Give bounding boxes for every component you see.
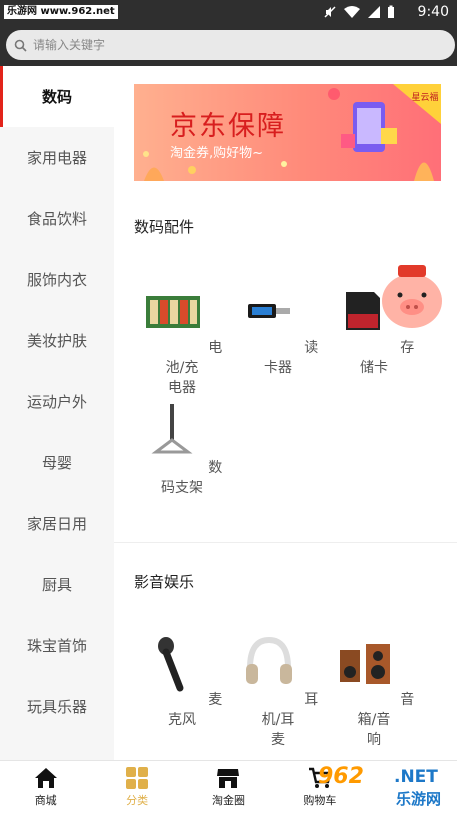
sidebar-item-digital[interactable]: 数码 — [0, 66, 114, 127]
sidebar-item-label: 母婴 — [41, 454, 72, 472]
sidebar-item-label: 服饰内衣 — [26, 271, 87, 289]
category-label: 读卡器 — [264, 340, 319, 376]
category-headphones[interactable]: 耳机/耳 麦 — [233, 632, 323, 750]
sidebar-item-sports[interactable]: 运动户外 — [0, 371, 114, 432]
nav-store[interactable]: 淘金圈 — [183, 761, 274, 814]
store-icon — [217, 769, 240, 788]
category-icon — [126, 767, 149, 789]
section-title-audio: 影音娱乐 — [134, 573, 195, 591]
sidebar-item-food[interactable]: 食品饮料 — [0, 188, 114, 249]
speaker-icon — [339, 644, 390, 684]
nav-home[interactable]: 商城 — [0, 761, 91, 814]
pig-mascot-icon[interactable] — [378, 265, 446, 331]
category-sidebar: 数码 家用电器 食品饮料 服饰内衣 美妆护肤 运动户外 母婴 家居日用 厨具 珠… — [0, 66, 114, 760]
promo-banner[interactable]: 京东保障 淘金券,购好物~ 星云福 — [134, 84, 441, 181]
sidebar-item-jewelry[interactable]: 珠宝首饰 — [0, 615, 114, 676]
sidebar-item-label: 家用电器 — [26, 149, 87, 167]
battery-status-icon — [388, 5, 394, 18]
search-icon — [14, 39, 27, 52]
category-card-reader[interactable]: 读卡器 — [233, 280, 323, 378]
watermark-cn: 乐游网 — [396, 790, 442, 808]
clock: 9:40 — [417, 4, 449, 20]
sidebar-item-label: 厨具 — [41, 576, 72, 594]
sidebar-item-home[interactable]: 家居日用 — [0, 493, 114, 554]
section-title-accessories: 数码配件 — [134, 218, 195, 236]
signal-icon — [368, 6, 380, 18]
sidebar-item-label: 家居日用 — [26, 515, 87, 533]
category-label: 存储卡 — [360, 340, 415, 376]
category-stand[interactable]: 数码支架 — [137, 400, 227, 498]
sidebar-item-toys[interactable]: 玩具乐器 — [0, 676, 114, 737]
category-label: 音箱/音 响 — [357, 692, 415, 748]
nav-category[interactable]: 分类 — [91, 761, 182, 814]
nav-label: 商城 — [34, 794, 57, 807]
banner-subtitle: 淘金券,购好物~ — [170, 146, 264, 161]
battery-icon — [145, 296, 200, 328]
site-watermark: 962 .NET 乐游网 — [318, 764, 454, 810]
section-divider — [114, 542, 457, 543]
sidebar-item-baby[interactable]: 母婴 — [0, 432, 114, 493]
phone-shopping-icon — [341, 102, 397, 152]
category-label: 电池/充 电器 — [165, 340, 223, 396]
card-reader-icon — [247, 304, 290, 318]
category-content: 京东保障 淘金券,购好物~ 星云福 数码配件 电池/充 电器 读卡器 存储卡 数… — [114, 66, 457, 760]
search-header — [0, 26, 457, 66]
banner-title: 京东保障 — [170, 111, 286, 142]
sidebar-item-label: 数码 — [41, 88, 72, 106]
sidebar-item-label: 珠宝首饰 — [26, 637, 87, 655]
search-bar[interactable] — [6, 30, 455, 60]
watermark-net: .NET — [394, 767, 438, 787]
watermark-label: 乐游网 www.962.net — [4, 5, 118, 19]
wifi-icon — [344, 6, 360, 18]
sidebar-item-label: 玩具乐器 — [26, 698, 87, 716]
watermark-number: 962 — [318, 764, 364, 789]
sidebar-item-appliances[interactable]: 家用电器 — [0, 127, 114, 188]
status-bar: 乐游网 www.962.net 9:40 — [0, 0, 457, 26]
nav-label: 分类 — [126, 794, 149, 807]
category-label: 麦克风 — [168, 692, 223, 728]
category-label: 数码支架 — [161, 460, 223, 496]
sidebar-item-label: 食品饮料 — [26, 210, 87, 228]
category-battery[interactable]: 电池/充 电器 — [137, 280, 227, 398]
category-label: 耳机/耳 麦 — [261, 692, 319, 748]
sidebar-item-beauty[interactable]: 美妆护肤 — [0, 310, 114, 371]
home-icon — [34, 768, 57, 788]
sidebar-item-kitchen[interactable]: 厨具 — [0, 554, 114, 615]
stand-icon — [151, 404, 193, 454]
sidebar-item-label: 美妆护肤 — [26, 332, 87, 350]
sidebar-item-clothing[interactable]: 服饰内衣 — [0, 249, 114, 310]
status-icons — [323, 5, 395, 19]
sidebar-item-label: 运动户外 — [26, 393, 87, 411]
mute-icon — [324, 6, 336, 18]
headphones-icon — [245, 636, 292, 684]
nav-label: 淘金圈 — [211, 794, 245, 807]
microphone-icon — [157, 637, 184, 692]
category-speaker[interactable]: 音箱/音 响 — [329, 632, 419, 750]
category-microphone[interactable]: 麦克风 — [137, 632, 227, 730]
search-input[interactable] — [33, 38, 413, 52]
